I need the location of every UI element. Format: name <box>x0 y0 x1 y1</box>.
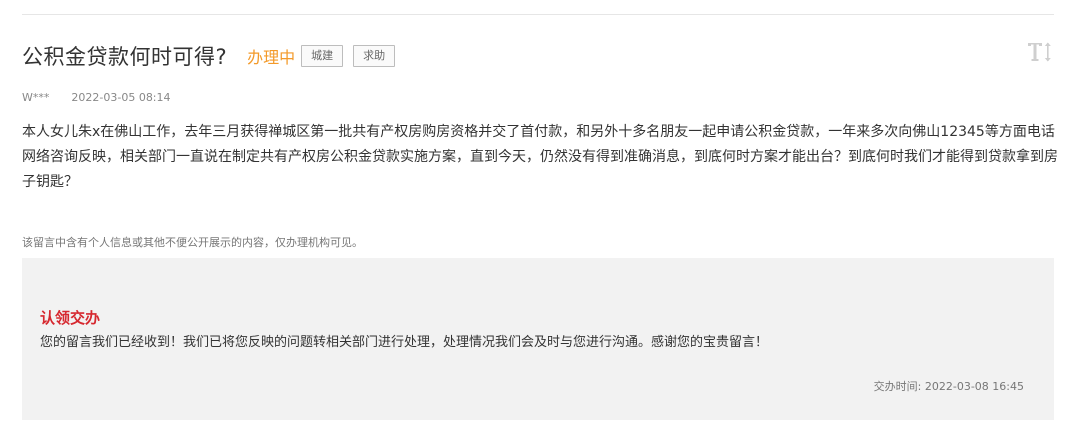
author-name: W*** <box>22 91 50 104</box>
top-divider <box>22 14 1054 15</box>
privacy-notice: 该留言中含有个人信息或其他不便公开展示的内容，仅办理机构可见。 <box>22 236 363 249</box>
status-badge: 办理中 <box>247 48 296 67</box>
tag-type[interactable]: 求助 <box>353 45 396 67</box>
reply-time: 交办时间: 2022-03-08 16:45 <box>873 380 1024 393</box>
post-content: 本人女儿朱x在佛山工作，去年三月获得禅城区第一批共有产权房购房资格并交了首付款，… <box>22 124 1058 190</box>
title-row: 公积金贷款何时可得? 办理中 城建 求助 <box>22 40 396 72</box>
post-meta: W*** 2022-03-05 08:14 <box>22 91 171 104</box>
reply-content: 您的留言我们已经收到！我们已将您反映的问题转相关部门进行处理，处理情况我们会及时… <box>40 335 769 350</box>
reply-title: 认领交办 <box>40 309 101 327</box>
tag-category[interactable]: 城建 <box>301 45 344 67</box>
reply-panel: 认领交办 您的留言我们已经收到！我们已将您反映的问题转相关部门进行处理，处理情况… <box>22 258 1054 420</box>
font-size-icon[interactable] <box>1026 40 1054 64</box>
post-date: 2022-03-05 08:14 <box>71 91 171 104</box>
page-title: 公积金贷款何时可得? <box>22 45 228 69</box>
